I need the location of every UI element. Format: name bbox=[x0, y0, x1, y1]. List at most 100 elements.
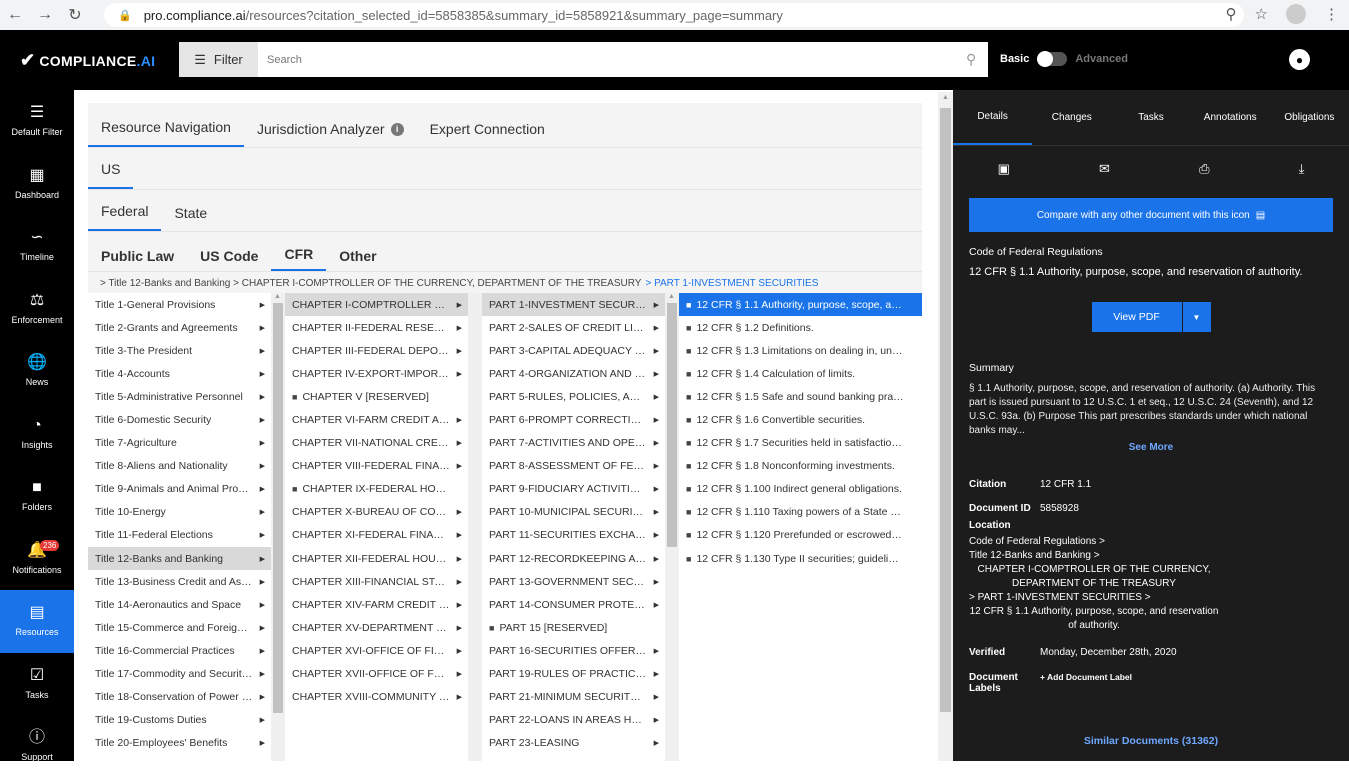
title-item[interactable]: Title 11-Federal Elections ▶ bbox=[88, 524, 271, 547]
part-item[interactable]: PART 23-LEASING ▶ bbox=[482, 732, 665, 755]
search-icon[interactable]: ⚲ bbox=[966, 51, 976, 68]
view-pdf-button[interactable]: View PDF bbox=[1091, 302, 1182, 332]
part-item[interactable]: PART 4-ORGANIZATION AND FUNCTIONS ▶ bbox=[482, 362, 665, 385]
chapter-item[interactable]: CHAPTER III-FEDERAL DEPOSIT INSURANCE ▶ bbox=[285, 339, 468, 362]
tab-changes[interactable]: Changes bbox=[1032, 90, 1111, 145]
location-line[interactable]: > PART 1-INVESTMENT SECURITIES > bbox=[969, 591, 1333, 605]
title-item[interactable]: Title 18-Conservation of Power and Water… bbox=[88, 686, 271, 709]
user-account-icon[interactable]: ● bbox=[1289, 49, 1310, 70]
chapter-item[interactable]: CHAPTER XIII-FINANCIAL STABILITY ▶ bbox=[285, 570, 468, 593]
title-item[interactable]: Title 3-The President ▶ bbox=[88, 339, 271, 362]
chapter-item[interactable]: CHAPTER X-BUREAU OF CONSUMER FINANCIAL ▶ bbox=[285, 501, 468, 524]
title-item[interactable]: Title 12-Banks and Banking ▶ bbox=[88, 547, 271, 571]
email-icon[interactable]: ✉ bbox=[1099, 161, 1110, 177]
chapter-item[interactable]: CHAPTER XI-FEDERAL FINANCIAL INSTITUTION… bbox=[285, 524, 468, 547]
part-item[interactable]: PART 3-CAPITAL ADEQUACY STANDARDS ▶ bbox=[482, 339, 665, 362]
download-icon[interactable]: ⤓ bbox=[1299, 161, 1305, 177]
section-item[interactable]: ■ 12 CFR § 1.5 Safe and sound banking pra… bbox=[679, 385, 922, 408]
sidebar-item-dashboard[interactable]: ▦ Dashboard bbox=[0, 153, 74, 216]
section-item[interactable]: ■ 12 CFR § 1.110 Taxing powers of a State… bbox=[679, 501, 922, 524]
main-scrollbar[interactable]: ▲ bbox=[938, 92, 953, 761]
sidebar-item-timeline[interactable]: ∽ Timeline bbox=[0, 215, 74, 278]
part-item[interactable]: PART 19-RULES OF PRACTICE AND ▶ bbox=[482, 663, 665, 686]
title-item[interactable]: Title 16-Commercial Practices ▶ bbox=[88, 639, 271, 662]
zoom-icon[interactable]: ⚲ bbox=[1226, 5, 1237, 23]
add-to-folder-icon[interactable]: ▣ bbox=[998, 161, 1010, 177]
part-item[interactable]: PART 8-ASSESSMENT OF FEES ▶ bbox=[482, 455, 665, 478]
sidebar-item-news[interactable]: 🌐 News bbox=[0, 340, 74, 403]
star-icon[interactable]: ☆ bbox=[1255, 5, 1268, 23]
tab-annotations[interactable]: Annotations bbox=[1191, 90, 1270, 145]
part-item[interactable]: PART 12-RECORDKEEPING AND CONFIRMATION ▶ bbox=[482, 547, 665, 570]
chapter-item[interactable]: ■ CHAPTER IX-FEDERAL HOUSING FINANCE bbox=[285, 478, 468, 501]
part-item[interactable]: PART 16-SECURITIES OFFERING ▶ bbox=[482, 639, 665, 662]
sidebar-item-tasks[interactable]: ☑ Tasks bbox=[0, 653, 74, 716]
chapter-item[interactable]: CHAPTER VIII-FEDERAL FINANCING BANK ▶ bbox=[285, 455, 468, 478]
part-item[interactable]: PART 21-MINIMUM SECURITY DEVICES ▶ bbox=[482, 686, 665, 709]
section-item[interactable]: ■ 12 CFR § 1.100 Indirect general obligat… bbox=[679, 478, 922, 501]
title-item[interactable]: Title 4-Accounts ▶ bbox=[88, 362, 271, 385]
part-item[interactable]: PART 14-CONSUMER PROTECTION ▶ bbox=[482, 593, 665, 616]
section-item[interactable]: ■ 12 CFR § 1.120 Prerefunded or escrowed … bbox=[679, 524, 922, 547]
title-item[interactable]: Title 19-Customs Duties ▶ bbox=[88, 709, 271, 732]
titles-scrollbar[interactable]: ▲ bbox=[271, 293, 285, 761]
part-item[interactable]: PART 22-LOANS IN AREAS HAVING ▶ bbox=[482, 709, 665, 732]
title-item[interactable]: Title 5-Administrative Personnel ▶ bbox=[88, 385, 271, 408]
chapter-item[interactable]: CHAPTER XIV-FARM CREDIT SYSTEM ▶ bbox=[285, 593, 468, 616]
chapter-item[interactable]: CHAPTER XVI-OFFICE OF FINANCIAL RESEARCH… bbox=[285, 639, 468, 662]
section-item[interactable]: ■ 12 CFR § 1.6 Convertible securities. bbox=[679, 408, 922, 431]
title-item[interactable]: Title 1-General Provisions ▶ bbox=[88, 293, 271, 316]
tab-expert-connection[interactable]: Expert Connection bbox=[417, 121, 558, 147]
part-item[interactable]: PART 13-GOVERNMENT SECURITIES ▶ bbox=[482, 570, 665, 593]
part-item[interactable]: ■ PART 15 [RESERVED] bbox=[482, 616, 665, 639]
tab-federal[interactable]: Federal bbox=[88, 203, 162, 231]
part-item[interactable]: PART 9-FIDUCIARY ACTIVITIES OF ▶ bbox=[482, 478, 665, 501]
address-bar[interactable]: 🔒 pro.compliance.ai /resources?citation_… bbox=[104, 3, 1244, 27]
similar-documents-link[interactable]: Similar Documents (31362) bbox=[953, 735, 1349, 747]
compare-button[interactable]: Compare with any other document with thi… bbox=[969, 198, 1333, 232]
breadcrumb-path[interactable]: > Title 12-Banks and Banking > CHAPTER I… bbox=[100, 278, 641, 289]
part-item[interactable]: PART 7-ACTIVITIES AND OPERATIONS ▶ bbox=[482, 432, 665, 455]
profile-avatar[interactable] bbox=[1286, 4, 1306, 24]
title-item[interactable]: Title 8-Aliens and Nationality ▶ bbox=[88, 455, 271, 478]
title-item[interactable]: Title 7-Agriculture ▶ bbox=[88, 432, 271, 455]
breadcrumb-current[interactable]: > PART 1-INVESTMENT SECURITIES bbox=[645, 278, 818, 289]
title-item[interactable]: Title 17-Commodity and Securities Exchan… bbox=[88, 663, 271, 686]
reload-icon[interactable]: ↻ bbox=[60, 5, 90, 25]
title-item[interactable]: Title 2-Grants and Agreements ▶ bbox=[88, 316, 271, 339]
menu-dots-icon[interactable]: ⋮ bbox=[1324, 5, 1339, 23]
title-item[interactable]: Title 13-Business Credit and Assistance ▶ bbox=[88, 570, 271, 593]
sidebar-item-folders[interactable]: ■ Folders bbox=[0, 465, 74, 528]
tab-us[interactable]: US bbox=[88, 161, 134, 189]
see-more-link[interactable]: See More bbox=[953, 442, 1349, 453]
title-item[interactable]: Title 15-Commerce and Foreign Trade ▶ bbox=[88, 616, 271, 639]
part-item[interactable]: PART 11-SECURITIES EXCHANGE ACT ▶ bbox=[482, 524, 665, 547]
filter-button[interactable]: ☰ Filter bbox=[179, 42, 258, 77]
section-item[interactable]: ■ 12 CFR § 1.8 Nonconforming investments. bbox=[679, 455, 922, 478]
sidebar-item-insights[interactable]: ◔ Insights bbox=[0, 403, 74, 466]
chapter-item[interactable]: CHAPTER IV-EXPORT-IMPORT BANK ▶ bbox=[285, 362, 468, 385]
tab-cfr[interactable]: CFR bbox=[271, 246, 327, 271]
location-line[interactable]: 12 CFR § 1.1 Authority, purpose, scope, … bbox=[969, 605, 1219, 633]
tab-tasks[interactable]: Tasks bbox=[1111, 90, 1190, 145]
search-mode-toggle[interactable]: Basic Advanced bbox=[1000, 51, 1128, 67]
section-item[interactable]: ■ 12 CFR § 1.3 Limitations on dealing in,… bbox=[679, 339, 922, 362]
tab-resource-navigation[interactable]: Resource Navigation bbox=[88, 119, 244, 147]
section-item[interactable]: ■ 12 CFR § 1.130 Type II securities; guid… bbox=[679, 547, 922, 570]
tab-obligations[interactable]: Obligations bbox=[1270, 90, 1349, 145]
part-item[interactable]: PART 10-MUNICIPAL SECURITIES DEALERS ▶ bbox=[482, 501, 665, 524]
chapter-item[interactable]: CHAPTER XII-FEDERAL HOUSING FINANCE ▶ bbox=[285, 547, 468, 570]
tab-us-code[interactable]: US Code bbox=[187, 248, 271, 271]
chapter-item[interactable]: CHAPTER I-COMPTROLLER OF THE CURRENCY ▶ bbox=[285, 293, 468, 317]
location-line[interactable]: Title 12-Banks and Banking > bbox=[969, 549, 1333, 563]
part-item[interactable]: PART 5-RULES, POLICIES, AND PROCEDURES ▶ bbox=[482, 385, 665, 408]
sidebar-item-resources[interactable]: ▤ Resources bbox=[0, 590, 74, 653]
title-item[interactable]: Title 6-Domestic Security ▶ bbox=[88, 408, 271, 431]
part-item[interactable]: PART 2-SALES OF CREDIT LIFE INSURANCE ▶ bbox=[482, 316, 665, 339]
tab-public-law[interactable]: Public Law bbox=[88, 248, 187, 271]
section-item[interactable]: ■ 12 CFR § 1.4 Calculation of limits. bbox=[679, 362, 922, 385]
add-document-label-button[interactable]: + Add Document Label bbox=[1040, 672, 1333, 694]
title-item[interactable]: Title 9-Animals and Animal Products ▶ bbox=[88, 478, 271, 501]
location-line[interactable]: Code of Federal Regulations > bbox=[969, 535, 1333, 549]
title-item[interactable]: Title 10-Energy ▶ bbox=[88, 501, 271, 524]
